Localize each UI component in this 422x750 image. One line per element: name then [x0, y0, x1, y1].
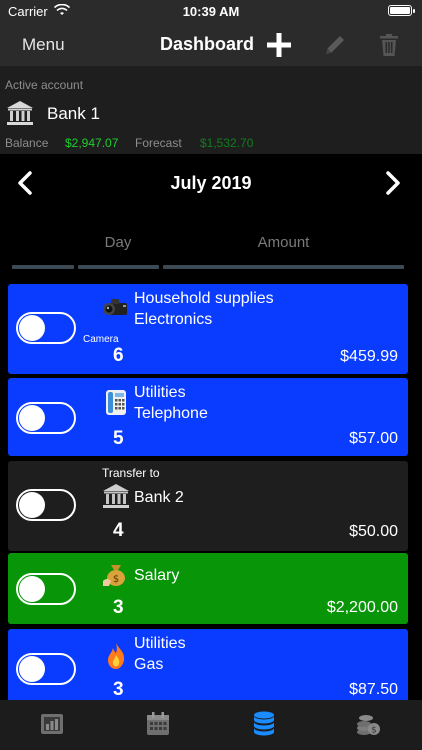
- forecast-label: Forecast: [135, 136, 182, 150]
- transaction-category: Household supplies: [134, 290, 274, 307]
- amount-column-header[interactable]: Amount: [163, 234, 404, 251]
- transaction-category: Utilities: [134, 635, 186, 652]
- forecast-value: $1,532.70: [200, 136, 254, 150]
- menu-button[interactable]: Menu: [22, 35, 65, 55]
- telephone-icon: [106, 390, 126, 415]
- transaction-toggle[interactable]: [16, 653, 76, 685]
- tab-reports[interactable]: [32, 706, 72, 742]
- transaction-toggle[interactable]: [16, 573, 76, 605]
- transaction-amount: $2,200.00: [326, 599, 398, 616]
- day-column-header[interactable]: Day: [78, 234, 158, 251]
- transaction-row[interactable]: Utilities Telephone 5 $57.00: [8, 378, 408, 456]
- transaction-toggle[interactable]: [16, 489, 76, 521]
- status-bar: Carrier 10:39 AM: [0, 0, 422, 24]
- balance-value: $2,947.07: [65, 136, 119, 150]
- bank-icon: [7, 101, 33, 125]
- transaction-day: 5: [113, 428, 124, 449]
- nav-bar: Menu Dashboard: [0, 24, 422, 66]
- transaction-subcategory: Gas: [134, 656, 164, 673]
- database-icon: [254, 711, 274, 736]
- column-headers: Day Amount: [0, 214, 422, 280]
- transaction-row[interactable]: Household supplies Electronics Camera 6 …: [8, 284, 408, 374]
- transaction-category: Salary: [134, 567, 180, 584]
- transaction-amount: $50.00: [349, 523, 398, 540]
- battery-icon: [388, 5, 415, 16]
- active-account-label: Active account: [5, 78, 84, 92]
- tab-accounts[interactable]: [244, 706, 284, 742]
- transaction-category: Bank 2: [134, 489, 184, 506]
- month-title: July 2019: [170, 173, 252, 193]
- transaction-toggle[interactable]: [16, 402, 76, 434]
- svg-text:$: $: [371, 726, 377, 736]
- tab-budget[interactable]: $: [348, 706, 388, 742]
- sort-indicator: [163, 265, 404, 269]
- page-title: Dashboard: [160, 34, 255, 54]
- transaction-toggle[interactable]: [16, 312, 76, 344]
- flame-icon: [108, 643, 125, 669]
- transaction-row[interactable]: $ Salary 3 $2,200.00: [8, 553, 408, 624]
- transaction-amount: $87.50: [349, 681, 398, 698]
- svg-text:$: $: [113, 574, 119, 585]
- transaction-note: Camera: [83, 334, 119, 345]
- tab-bar: $: [0, 700, 422, 750]
- bank-icon: [103, 484, 129, 508]
- money-bag-icon: $: [103, 565, 125, 586]
- tab-calendar[interactable]: [138, 706, 178, 742]
- transaction-row[interactable]: Transfer to Bank 2 4 $50.00: [8, 461, 408, 551]
- account-name[interactable]: Bank 1: [47, 104, 100, 124]
- calendar-icon: [147, 712, 169, 735]
- sort-indicator: [12, 265, 74, 269]
- status-time: 10:39 AM: [182, 4, 240, 19]
- transaction-note: Transfer to: [102, 466, 160, 480]
- camera-icon: [103, 299, 127, 315]
- balance-label: Balance: [5, 136, 49, 150]
- transaction-row[interactable]: Utilities Gas 3 $87.50: [8, 629, 408, 700]
- plus-icon[interactable]: [265, 31, 293, 59]
- transaction-list[interactable]: Household supplies Electronics Camera 6 …: [0, 280, 422, 700]
- transaction-day: 3: [113, 679, 124, 700]
- transaction-subcategory: Telephone: [134, 405, 208, 422]
- transaction-day: 6: [113, 345, 124, 366]
- pencil-icon[interactable]: [321, 31, 349, 59]
- transaction-amount: $57.00: [349, 430, 398, 447]
- month-selector: July 2019: [0, 154, 422, 214]
- active-account-panel: Active account Bank 1 Balance $2,947.07 …: [0, 66, 422, 154]
- transaction-category: Utilities: [134, 384, 186, 401]
- chevron-right-icon[interactable]: [380, 171, 404, 195]
- transaction-day: 4: [113, 520, 124, 541]
- transaction-subcategory: Electronics: [134, 311, 213, 328]
- transaction-day: 3: [113, 597, 124, 618]
- transaction-amount: $459.99: [340, 348, 398, 365]
- coins-icon: $: [357, 715, 380, 736]
- report-icon: [41, 714, 63, 734]
- trash-icon[interactable]: [375, 31, 403, 59]
- sort-indicator: [78, 265, 159, 269]
